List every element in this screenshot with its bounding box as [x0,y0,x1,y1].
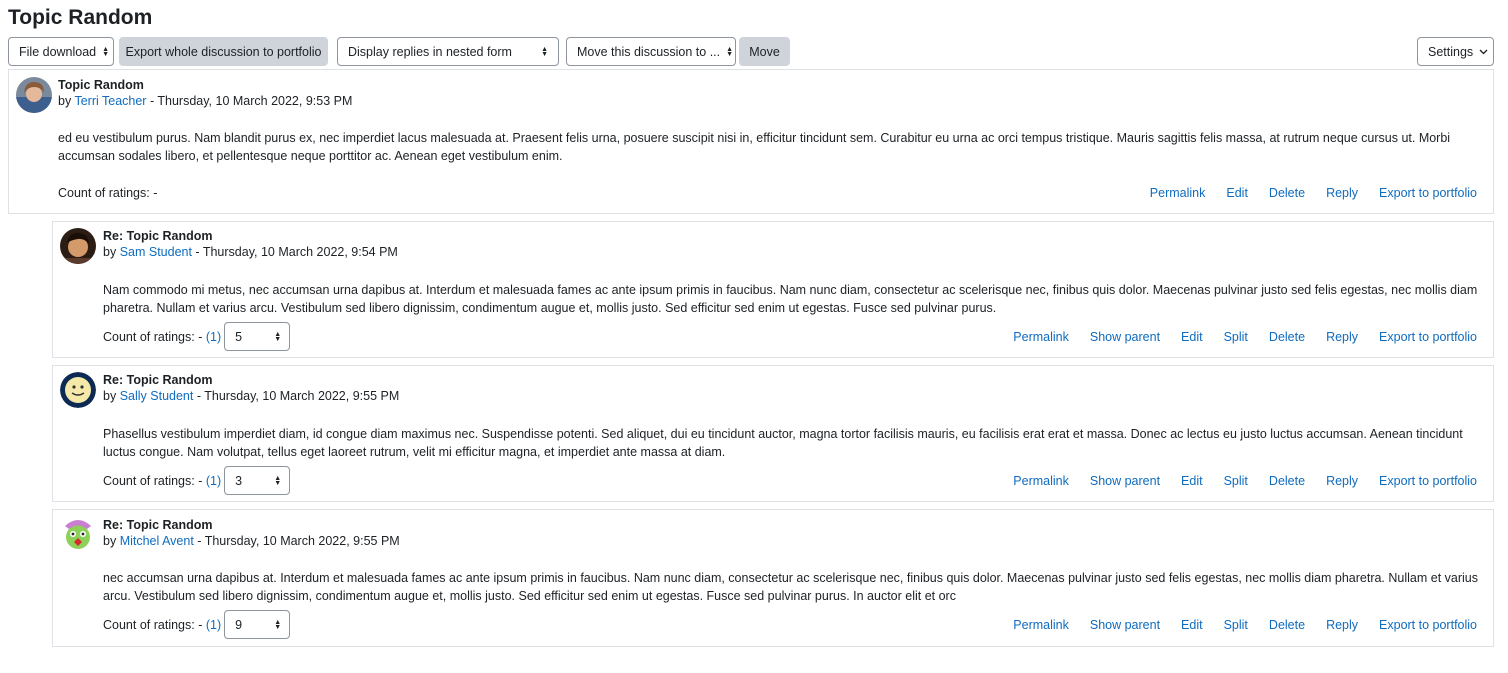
settings-label: Settings [1428,44,1474,59]
author-link[interactable]: Sally Student [120,389,194,403]
edit-link[interactable]: Edit [1181,618,1203,632]
export-to-portfolio-link[interactable]: Export to portfolio [1379,186,1477,200]
permalink-link[interactable]: Permalink [1150,186,1206,200]
by-label: by [58,94,72,108]
forum-post-reply: Re: Topic Random by Sally Student - Thur… [52,365,1494,502]
split-link[interactable]: Split [1224,618,1248,632]
reply-link[interactable]: Reply [1326,474,1358,488]
display-mode-label: Display replies in nested form [348,44,512,59]
post-subject: Re: Topic Random [103,518,213,532]
post-body: Phasellus vestibulum imperdiet diam, id … [103,427,1463,459]
rating-select[interactable]: 3 ▲ ▼ [224,466,291,495]
show-parent-link[interactable]: Show parent [1090,330,1160,344]
rating-select[interactable]: 9 ▲ ▼ [224,610,291,639]
post-byline: by Sam Student - Thursday, 10 March 2022… [103,245,398,259]
forum-discussion-page: Topic Random File download ▲ ▼ Export who… [0,0,1508,673]
move-button[interactable]: Move [739,37,790,66]
ratings-count-link[interactable]: (1) [206,474,221,488]
avatar[interactable] [60,372,96,408]
ratings-summary: Count of ratings: - (1) 3 ▲ ▼ [103,466,291,495]
reply-link[interactable]: Reply [1326,618,1358,632]
select-arrows-icon: ▲ ▼ [274,474,282,487]
ratings-summary: Count of ratings: - [58,186,158,200]
post-body: Nam commodo mi metus, nec accumsan urna … [103,283,1478,315]
by-label: by [103,245,117,259]
post-date: - Thursday, 10 March 2022, 9:53 PM [146,94,353,108]
post-actions: Permalink Show parent Edit Split Delete … [992,474,1477,488]
post-byline: by Terri Teacher - Thursday, 10 March 20… [58,94,352,108]
post-body: nec accumsan urna dapibus at. Interdum e… [103,571,1478,603]
edit-link[interactable]: Edit [1226,186,1248,200]
file-download-select[interactable]: File download ▲ ▼ [8,37,114,66]
post-actions: Permalink Show parent Edit Split Delete … [992,330,1477,344]
move-discussion-label: Move this discussion to ... [577,44,721,59]
display-mode-select[interactable]: Display replies in nested form ▲ ▼ [337,37,559,66]
select-arrows-icon: ▲ ▼ [274,618,282,631]
permalink-link[interactable]: Permalink [1013,618,1069,632]
post-byline: by Sally Student - Thursday, 10 March 20… [103,389,399,403]
reply-link[interactable]: Reply [1326,330,1358,344]
ratings-label: Count of ratings: - [103,329,203,344]
post-byline: by Mitchel Avent - Thursday, 10 March 20… [103,534,400,548]
export-to-portfolio-link[interactable]: Export to portfolio [1379,474,1477,488]
export-to-portfolio-link[interactable]: Export to portfolio [1379,618,1477,632]
post-body: ed eu vestibulum purus. Nam blandit puru… [58,131,1451,163]
file-download-label: File download [19,44,97,59]
forum-post-reply: Re: Topic Random by Mitchel Avent - Thur… [52,509,1494,647]
ratings-summary: Count of ratings: - (1) 5 ▲ ▼ [103,322,291,351]
split-link[interactable]: Split [1224,330,1248,344]
forum-post: Topic Random by Terri Teacher - Thursday… [8,69,1494,214]
edit-link[interactable]: Edit [1181,474,1203,488]
post-date: - Thursday, 10 March 2022, 9:55 PM [193,389,400,403]
avatar[interactable] [60,228,96,264]
select-arrows-icon: ▲ ▼ [274,330,282,343]
ratings-count-link[interactable]: (1) [206,330,221,344]
ratings-label: Count of ratings: - [103,473,203,488]
settings-dropdown[interactable]: Settings [1417,37,1494,66]
ratings-count-link[interactable]: (1) [206,618,221,632]
export-discussion-button[interactable]: Export whole discussion to portfolio [119,37,328,66]
edit-link[interactable]: Edit [1181,330,1203,344]
delete-link[interactable]: Delete [1269,474,1305,488]
permalink-link[interactable]: Permalink [1013,330,1069,344]
post-subject: Re: Topic Random [103,373,213,387]
select-arrows-icon: ▲ ▼ [102,45,110,58]
ratings-label: Count of ratings: - [103,617,203,632]
select-arrows-icon: ▲ ▼ [726,45,734,58]
post-date: - Thursday, 10 March 2022, 9:55 PM [193,534,400,548]
discussion-toolbar: File download ▲ ▼ Export whole discussion… [8,37,1494,66]
show-parent-link[interactable]: Show parent [1090,474,1160,488]
export-to-portfolio-link[interactable]: Export to portfolio [1379,330,1477,344]
ratings-summary: Count of ratings: - (1) 9 ▲ ▼ [103,610,291,639]
select-arrows-icon: ▲ ▼ [541,45,548,58]
show-parent-link[interactable]: Show parent [1090,618,1160,632]
post-subject: Topic Random [58,78,144,92]
post-actions: Permalink Show parent Edit Split Delete … [992,618,1477,632]
forum-post-reply: Re: Topic Random by Sam Student - Thursd… [52,221,1494,358]
post-subject: Re: Topic Random [103,229,213,243]
delete-link[interactable]: Delete [1269,186,1305,200]
avatar[interactable] [60,516,96,552]
avatar[interactable] [16,77,52,113]
post-date: - Thursday, 10 March 2022, 9:54 PM [191,245,398,259]
rating-value: 5 [235,329,243,344]
delete-link[interactable]: Delete [1269,618,1305,632]
rating-select[interactable]: 5 ▲ ▼ [224,322,291,351]
delete-link[interactable]: Delete [1269,330,1305,344]
by-label: by [103,389,117,403]
rating-value: 3 [235,473,243,488]
permalink-link[interactable]: Permalink [1013,474,1069,488]
split-link[interactable]: Split [1224,474,1248,488]
by-label: by [103,534,117,548]
author-link[interactable]: Terri Teacher [74,94,146,108]
chevron-down-icon [1479,47,1488,57]
move-discussion-select[interactable]: Move this discussion to ... ▲ ▼ [566,37,736,66]
page-title: Topic Random [8,6,153,29]
post-actions: Permalink Edit Delete Reply Export to po… [1129,186,1477,200]
author-link[interactable]: Sam Student [120,245,192,259]
rating-value: 9 [235,617,243,632]
author-link[interactable]: Mitchel Avent [120,534,194,548]
reply-link[interactable]: Reply [1326,186,1358,200]
